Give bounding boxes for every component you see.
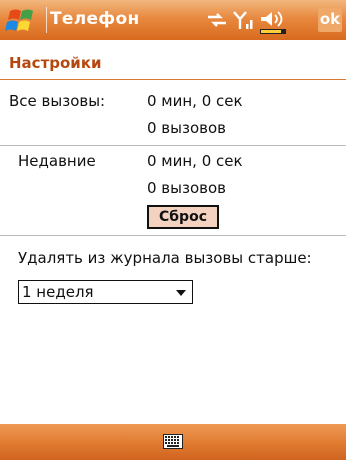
recent-calls-count: 0 вызовов <box>147 179 227 197</box>
recent-calls-label: Недавние <box>18 152 96 170</box>
windows-start-icon <box>5 9 33 31</box>
section-divider <box>0 235 346 236</box>
bottom-menu-bar <box>0 424 346 460</box>
all-calls-count: 0 вызовов <box>147 119 227 137</box>
log-delete-label: Удалять из журнала вызовы старше: <box>18 249 312 267</box>
section-divider <box>0 145 346 146</box>
page-title: Настройки <box>9 54 102 72</box>
reset-button[interactable]: Сброс <box>147 205 219 229</box>
log-age-dropdown[interactable]: 1 неделя <box>18 280 193 304</box>
start-button[interactable] <box>4 6 40 36</box>
all-calls-duration: 0 мин, 0 сек <box>147 92 243 110</box>
connectivity-icon[interactable] <box>206 12 228 28</box>
app-title: Телефон <box>50 9 140 29</box>
all-calls-label: Все вызовы: <box>9 92 106 110</box>
volume-icon[interactable] <box>258 9 288 35</box>
chevron-down-icon[interactable] <box>176 290 186 296</box>
recent-calls-duration: 0 мин, 0 сек <box>147 152 243 170</box>
page-header: Настройки <box>0 48 346 80</box>
log-age-value: 1 неделя <box>22 283 94 301</box>
keyboard-icon[interactable] <box>163 434 183 449</box>
ok-button[interactable]: ok <box>318 8 342 32</box>
title-divider <box>46 7 47 33</box>
signal-icon[interactable] <box>232 9 254 31</box>
title-bar: Телефон ok <box>0 0 346 40</box>
header-underline <box>0 79 346 80</box>
